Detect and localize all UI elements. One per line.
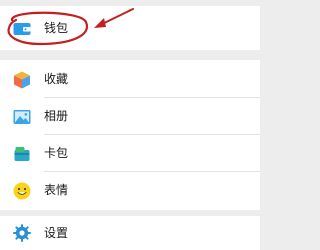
album-photo-icon <box>12 107 32 127</box>
menu-item-favorites-label: 收藏 <box>44 72 69 86</box>
favorites-cube-icon <box>12 70 32 90</box>
menu-item-favorites[interactable]: 收藏 <box>0 61 260 98</box>
menu-item-settings[interactable]: 设置 <box>0 216 260 250</box>
menu-item-stickers[interactable]: 表情 <box>0 172 260 209</box>
menu-item-settings-label: 设置 <box>44 226 69 240</box>
menu-item-wallet-label: 钱包 <box>44 21 69 35</box>
menu-item-stickers-label: 表情 <box>44 183 69 197</box>
menu-group-main: 收藏 相册 卡包 表情 <box>0 60 260 210</box>
menu-item-album-label: 相册 <box>44 109 69 123</box>
gear-icon <box>12 223 32 243</box>
wallet-icon <box>12 19 32 39</box>
menu-item-album[interactable]: 相册 <box>0 98 260 135</box>
menu-item-cards-label: 卡包 <box>44 146 69 160</box>
cards-wallet-icon <box>12 144 32 164</box>
menu-item-cards[interactable]: 卡包 <box>0 135 260 172</box>
menu-group-wallet: 钱包 <box>0 6 260 50</box>
menu-group-settings: 设置 <box>0 216 260 250</box>
menu-item-wallet[interactable]: 钱包 <box>0 10 260 47</box>
smiley-icon <box>12 181 32 201</box>
